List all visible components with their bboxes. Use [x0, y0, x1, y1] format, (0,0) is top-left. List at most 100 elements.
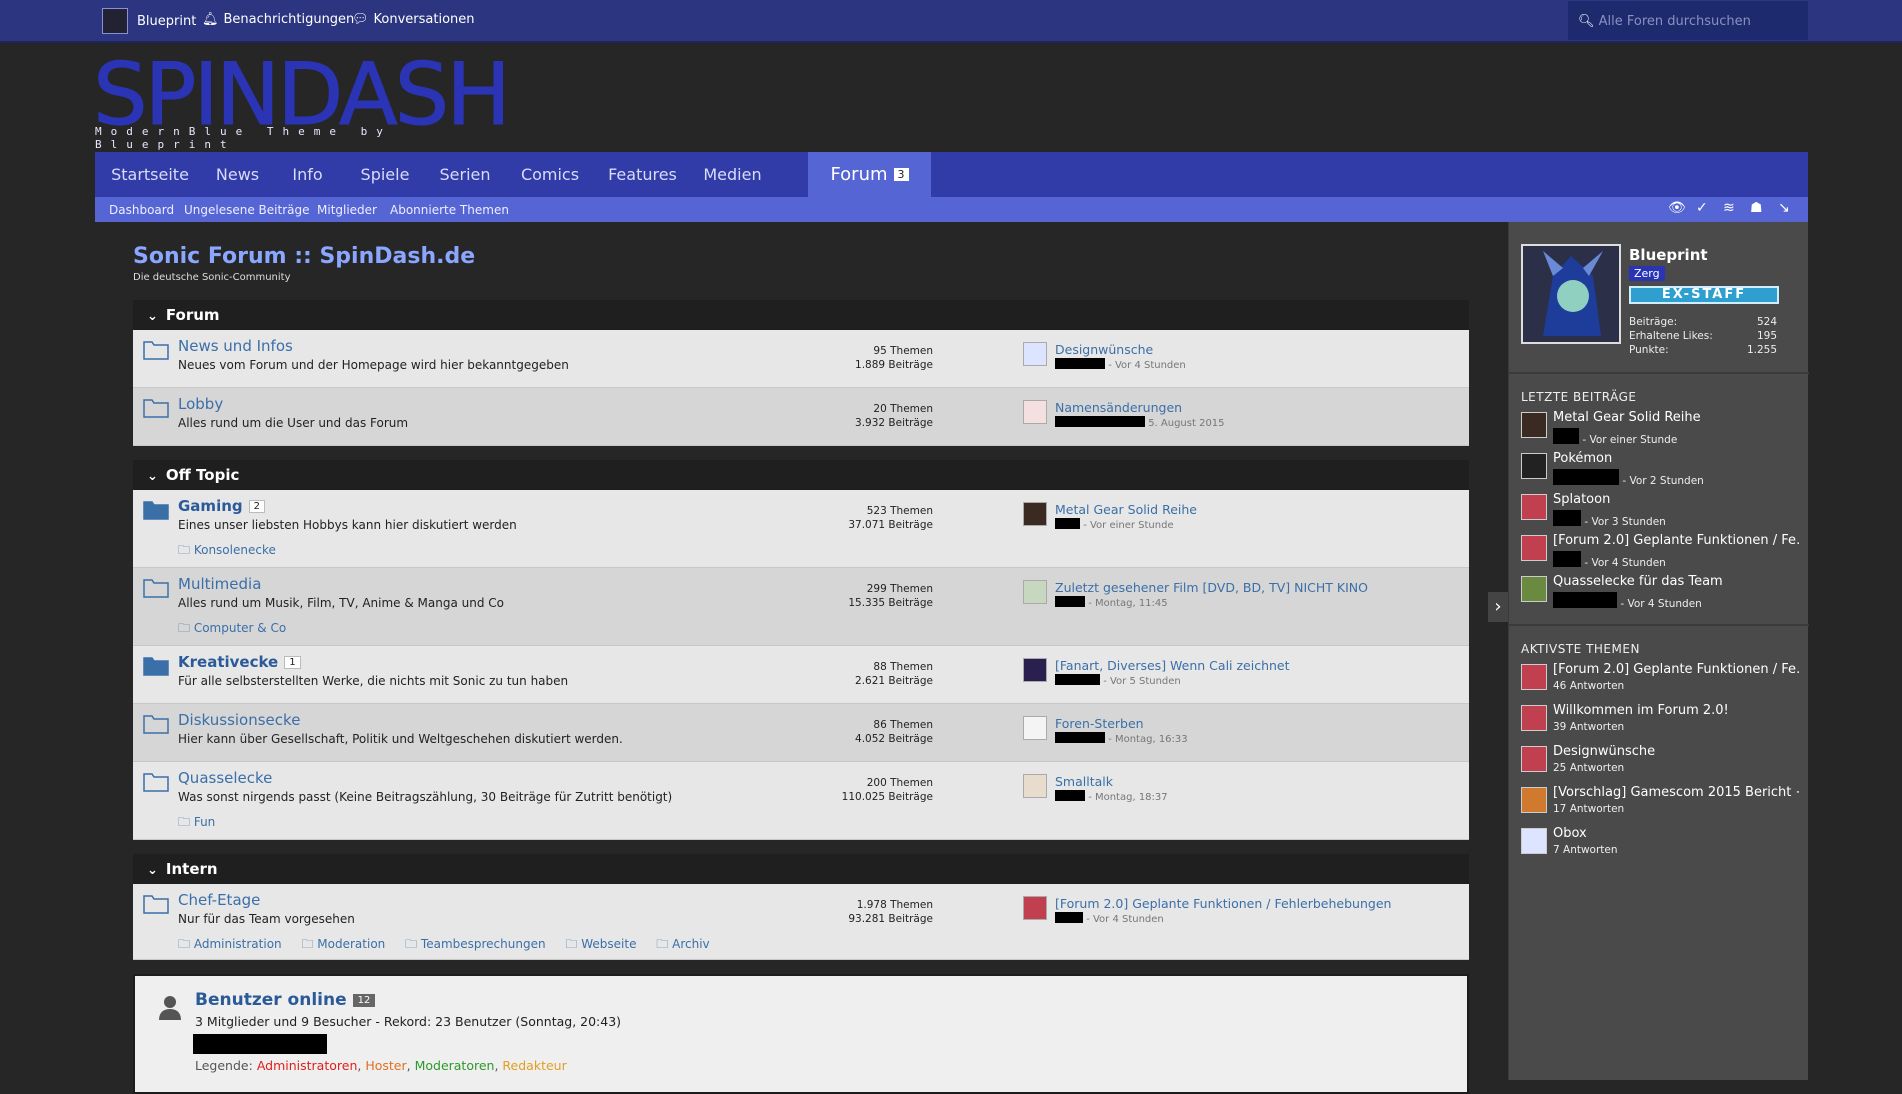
subnav-dashboard[interactable]: Dashboard [109, 203, 174, 217]
avatar[interactable] [1023, 580, 1047, 604]
list-item[interactable]: Splatoon - Vor 3 Stunden [1521, 492, 1801, 528]
conversations-link[interactable]: 💬︎ Konversationen [352, 12, 475, 27]
last-post-title[interactable]: Smalltalk [1055, 774, 1113, 789]
tab-features[interactable]: Features [595, 152, 690, 197]
profile-name[interactable]: Blueprint [1629, 246, 1708, 264]
subforum-link[interactable]: 🗀 Fun [178, 815, 223, 829]
last-post-title[interactable]: Namensänderungen [1055, 400, 1182, 415]
users-online-box: Benutzer online 12 3 Mitglieder und 9 Bes… [133, 974, 1469, 1094]
legend-moderators: Moderatoren [414, 1058, 495, 1073]
list-item[interactable]: Designwünsche 25 Antworten [1521, 744, 1801, 778]
avatar [1521, 494, 1547, 520]
last-post-title[interactable]: Metal Gear Solid Reihe [1055, 502, 1197, 517]
category-forum[interactable]: ⌄ Forum [133, 300, 1469, 330]
tab-forum-overlay[interactable]: Forum 3 [808, 152, 931, 197]
folder-icon [143, 579, 169, 598]
avatar [1521, 664, 1547, 690]
subforum-link[interactable]: 🗀 Webseite [565, 937, 644, 951]
user-avatar [102, 8, 128, 34]
profile-stat: Erhaltene Likes: 195 [1629, 330, 1777, 342]
board-desc: Alles rund um die User und das Forum [178, 416, 409, 430]
notifications-label: Benachrichtigungen [223, 12, 355, 27]
tab-spiele[interactable]: Spiele [345, 152, 425, 197]
last-post-title[interactable]: Foren-Sterben [1055, 716, 1144, 731]
unread-badge: 2 [248, 500, 265, 513]
subnav-unread[interactable]: Ungelesene Beiträge [184, 203, 309, 217]
logo-title: SPINDASH [93, 45, 512, 145]
notifications-link[interactable]: 🔔︎ Benachrichtigungen [202, 12, 354, 27]
board-title[interactable]: Quasselecke [178, 769, 272, 787]
board-row: Gaming 2 Eines unser liebsten Hobbys kann… [133, 490, 1469, 568]
category-title: Intern [165, 860, 218, 878]
avatar[interactable] [1023, 502, 1047, 526]
board-row: Diskussionsecke Hier kann über Gesellsch… [133, 704, 1469, 762]
logo-subtitle: ModernBlue Theme by Blueprint [95, 125, 392, 151]
list-item[interactable]: [Forum 2.0] Geplante Funktionen / Fe… 46 … [1521, 662, 1801, 696]
search-input[interactable]: 🔍︎ Alle Foren durchsuchen [1568, 1, 1808, 40]
check-icon[interactable]: ✓ [1696, 200, 1708, 216]
last-post-meta: 5. August 2015 [1055, 416, 1225, 429]
tab-startseite[interactable]: Startseite [95, 152, 205, 197]
board-desc: Für alle selbsterstellten Werke, die nic… [178, 674, 569, 688]
subnav-members[interactable]: Mitglieder [317, 203, 377, 217]
last-post-title[interactable]: [Fanart, Diverses] Wenn Cali zeichnet [1055, 658, 1290, 673]
last-post-title[interactable]: [Forum 2.0] Geplante Funktionen / Fehler… [1055, 896, 1391, 911]
subforum-link[interactable]: 🗀 Konsolenecke [178, 543, 284, 557]
profile-avatar[interactable] [1521, 244, 1621, 344]
tab-medien[interactable]: Medien [690, 152, 775, 197]
top-bar: Blueprint 🔔︎ Benachrichtigungen 💬︎ Konve… [0, 0, 1902, 43]
board-stats: 200 Themen 110.025 Beiträge [841, 777, 933, 803]
online-title[interactable]: Benutzer online 12 [195, 990, 376, 1010]
site-logo[interactable]: SPINDASH ModernBlue Theme by Blueprint [93, 45, 512, 152]
list-item[interactable]: Willkommen im Forum 2.0! 39 Antworten [1521, 703, 1801, 737]
avatar [1521, 787, 1547, 813]
board-stats: 523 Themen 37.071 Beiträge [848, 505, 933, 531]
board-title[interactable]: Gaming 2 [178, 497, 265, 515]
avatar[interactable] [1023, 658, 1047, 682]
board-title[interactable]: Kreativecke 1 [178, 653, 301, 671]
board-title[interactable]: Lobby [178, 395, 223, 413]
mark-read-icon[interactable]: 👁︎ [1668, 200, 1686, 216]
avatar[interactable] [1023, 342, 1047, 366]
subforum-link[interactable]: 🗀 Computer & Co [178, 621, 294, 635]
list-item[interactable]: [Vorschlag] Gamescom 2015 Bericht + … 17 … [1521, 785, 1801, 819]
board-title[interactable]: Multimedia [178, 575, 261, 593]
category-intern[interactable]: ⌄ Intern [133, 854, 1469, 884]
avatar[interactable] [1023, 774, 1047, 798]
tab-info[interactable]: Info [270, 152, 345, 197]
collapse-icon[interactable]: ↘ [1778, 200, 1790, 216]
avatar[interactable] [1023, 400, 1047, 424]
list-item[interactable]: Quasselecke für das Team - Vor 4 Stunden [1521, 574, 1801, 610]
subforum-link[interactable]: 🗀 Teambesprechungen [405, 937, 554, 951]
list-item[interactable]: [Forum 2.0] Geplante Funktionen / Fe… - … [1521, 533, 1801, 569]
tab-serien[interactable]: Serien [425, 152, 505, 197]
last-post-meta: - Vor 4 Stunden [1055, 358, 1186, 371]
last-post-meta: - Montag, 18:37 [1055, 790, 1168, 803]
board-title[interactable]: Chef-Etage [178, 891, 260, 909]
list-item[interactable]: Pokémon - Vor 2 Stunden [1521, 451, 1801, 487]
last-post-title[interactable]: Designwünsche [1055, 342, 1153, 357]
rss-icon[interactable]: ≋ [1723, 200, 1735, 216]
user-menu[interactable]: Blueprint [102, 8, 196, 34]
avatar[interactable] [1023, 716, 1047, 740]
last-post-title[interactable]: Zuletzt gesehener Film [DVD, BD, TV] NIC… [1055, 580, 1368, 595]
subforum-link[interactable]: 🗀 Archiv [656, 937, 717, 951]
folder-filled-icon [143, 657, 169, 676]
subforum-link[interactable]: 🗀 Administration [178, 937, 290, 951]
last-post-meta: - Vor einer Stunde [1055, 518, 1174, 531]
board-title[interactable]: Diskussionsecke [178, 711, 300, 729]
tab-comics[interactable]: Comics [505, 152, 595, 197]
board-title[interactable]: News und Infos [178, 337, 293, 355]
sidebar-toggle[interactable]: › [1488, 592, 1508, 622]
category-off-topic[interactable]: ⌄ Off Topic [133, 460, 1469, 490]
subforum-list: 🗀 Fun [178, 813, 231, 834]
subforum-list: 🗀 Konsolenecke [178, 541, 292, 562]
subnav-subscribed[interactable]: Abonnierte Themen [390, 203, 509, 217]
folder-icon [143, 715, 169, 734]
list-item[interactable]: Obox 7 Antworten [1521, 826, 1801, 860]
tab-news[interactable]: News [205, 152, 270, 197]
list-item[interactable]: Metal Gear Solid Reihe - Vor einer Stund… [1521, 410, 1801, 446]
sitemap-icon[interactable]: ☗ [1750, 200, 1763, 216]
subforum-link[interactable]: 🗀 Moderation [301, 937, 393, 951]
avatar[interactable] [1023, 896, 1047, 920]
